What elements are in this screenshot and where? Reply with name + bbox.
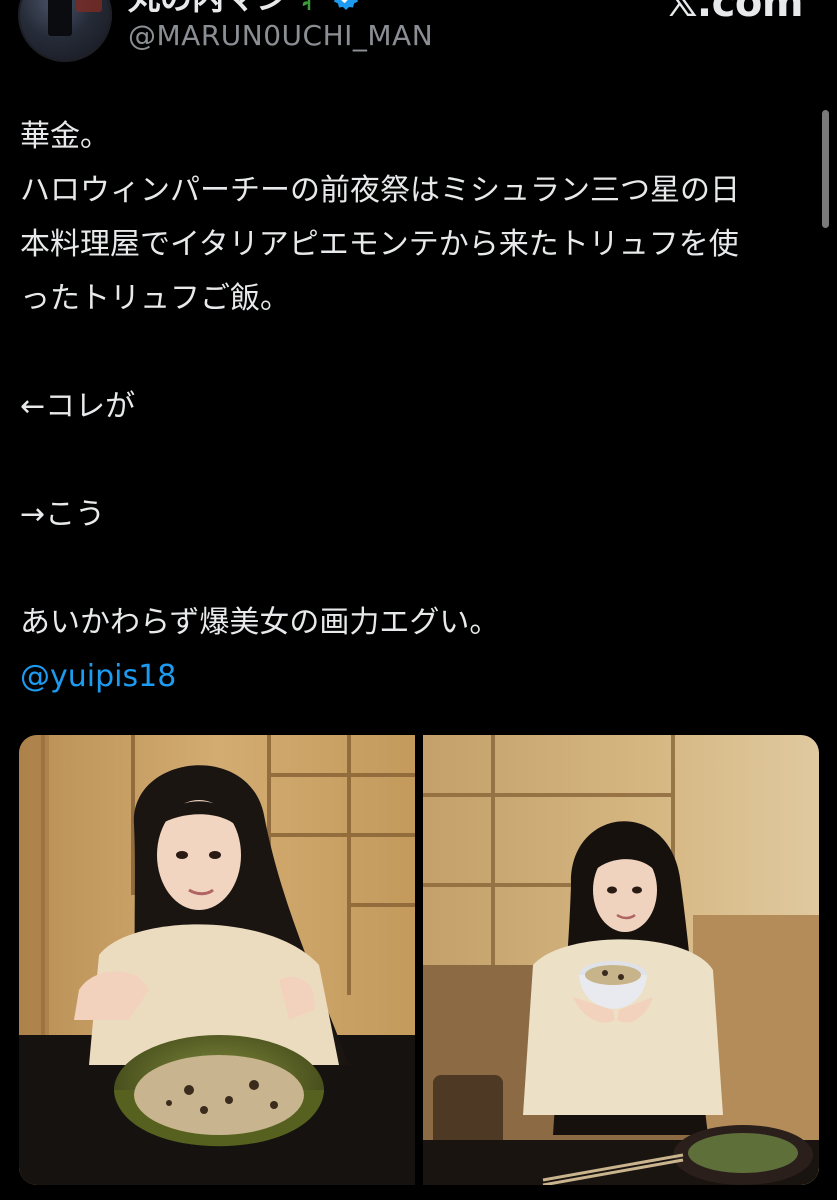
display-name-row[interactable]: 丸の内マン: [128, 0, 360, 18]
rose-icon: [294, 0, 324, 12]
scrollbar[interactable]: [822, 110, 829, 228]
mention-link[interactable]: @yuipis18: [20, 650, 820, 704]
photo-tile-left[interactable]: [19, 735, 415, 1185]
tweet-line: 華金。: [20, 119, 110, 154]
tweet-text: 華金。 ハロウィンパーチーの前夜祭はミシュラン三つ星の日 本料理屋でイタリアピエ…: [20, 110, 820, 704]
tweet-line: →こう: [20, 497, 106, 532]
tweet-line: あいかわらず爆美女の画力エグい。: [20, 605, 500, 640]
photo-trufflerice-bowl: [19, 735, 415, 1185]
profile-avatar[interactable]: [18, 0, 112, 62]
photo-small-bowl: [423, 735, 819, 1185]
avatar-light: [76, 0, 102, 12]
display-name[interactable]: 丸の内マン: [128, 0, 288, 19]
photo-tile-right[interactable]: [423, 735, 819, 1185]
tweet-line: ←コレが: [20, 389, 136, 424]
verified-badge-icon: [332, 0, 360, 10]
user-handle[interactable]: @MARUN0UCHI_MAN: [128, 19, 433, 52]
tweet-header: 丸の内マン @MARUN0UCHI_MAN 𝕏.com: [0, 0, 837, 70]
media-grid: [19, 735, 819, 1185]
tweet-line: ったトリュフご飯。: [20, 281, 290, 316]
tweet-line: 本料理屋でイタリアピエモンテから来たトリュフを使: [20, 227, 739, 262]
site-watermark: 𝕏.com: [665, 0, 803, 26]
tweet-line: ハロウィンパーチーの前夜祭はミシュラン三つ星の日: [20, 173, 740, 208]
avatar-figure: [48, 0, 72, 36]
